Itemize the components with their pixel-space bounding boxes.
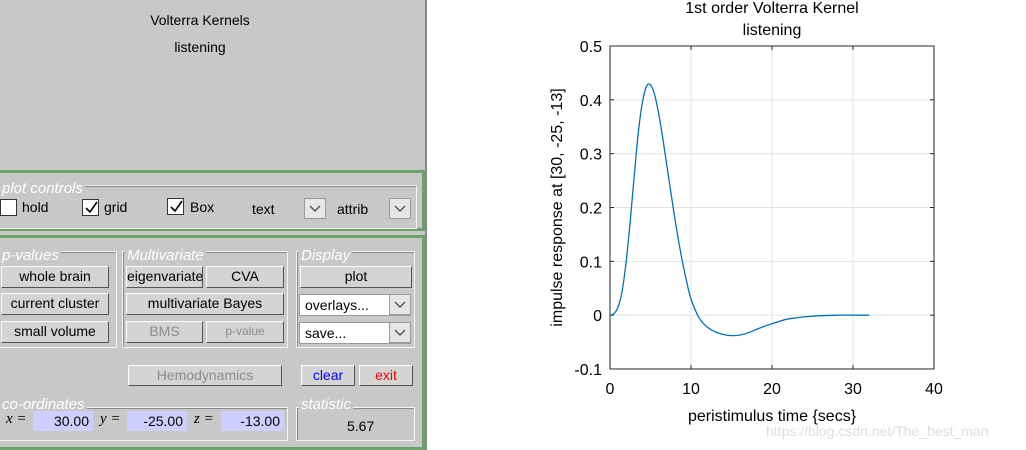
y-tick-label: -0.1 [574,362,602,379]
x-tick-label: 40 [925,381,943,398]
y-tick-label: 0.4 [580,93,602,110]
x-tick-label: 10 [682,381,700,398]
volterra-kernel-chart: 0 10 20 30 40-0.100.10.20.30.40.5 peristimul… [549,39,943,425]
y-axis-label: impulse response at [30, -25, -13] [549,88,566,326]
y-tick-label: 0.5 [580,39,602,56]
y-tick-label: 0 [593,308,602,325]
y-tick-label: 0.1 [580,254,602,271]
watermark: https://blog.csdn.net/The_best_man [766,423,989,439]
x-tick-label: 30 [844,381,862,398]
y-tick-label: 0.2 [580,201,602,218]
chart-grid [609,45,935,370]
y-tick-label: 0.3 [580,147,602,164]
chart-ticks: 0 10 20 30 40-0.100.10.20.30.40.5 [574,39,943,398]
kernel-series-line [609,83,870,337]
x-tick-label: 0 [606,381,615,398]
x-tick-label: 20 [763,381,781,398]
